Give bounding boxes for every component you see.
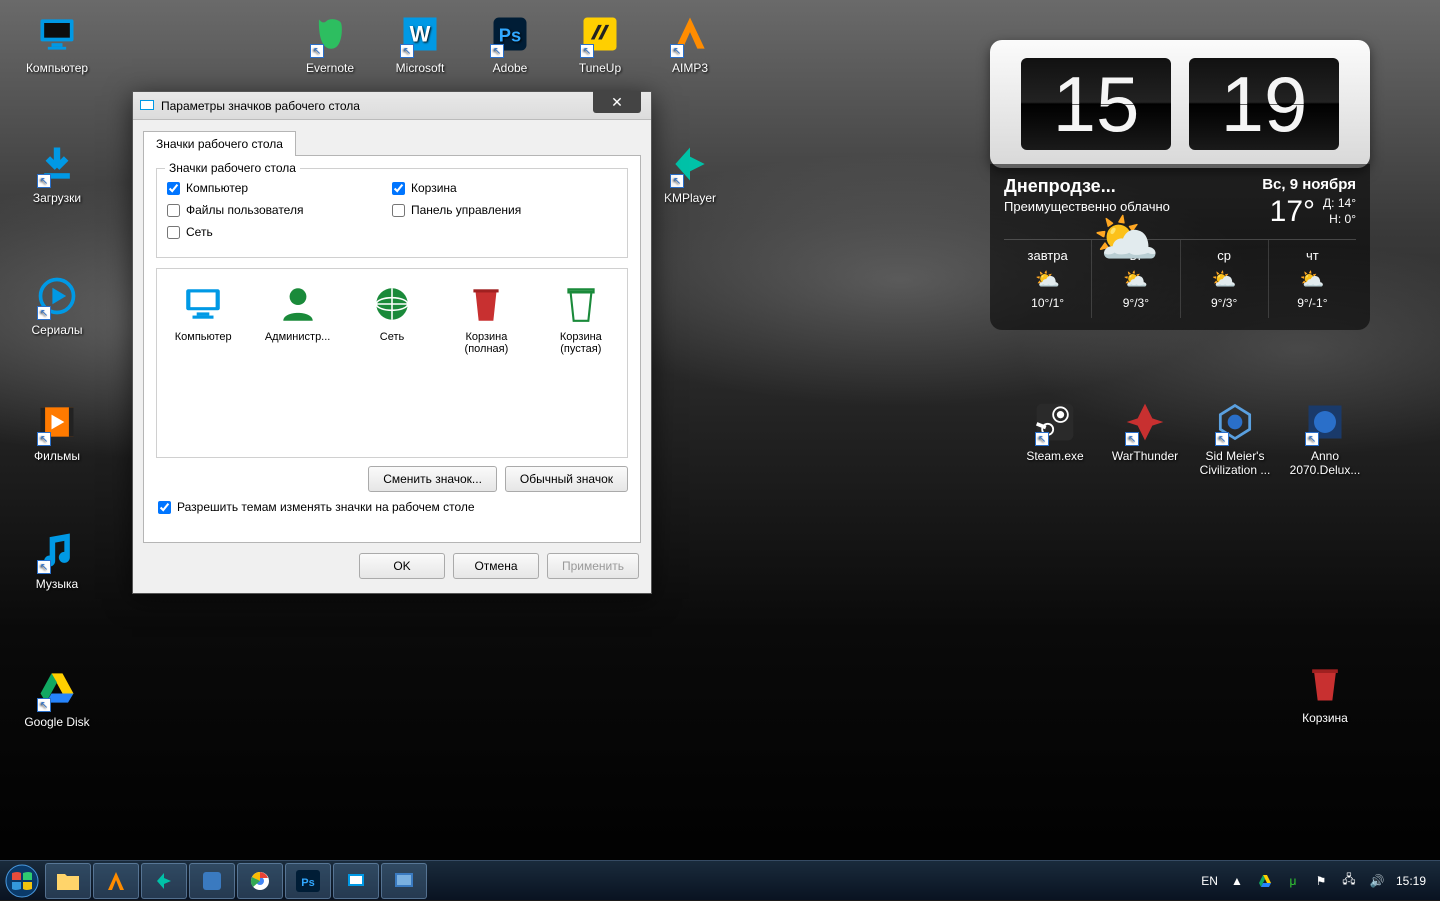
taskbar-aimp[interactable]	[93, 863, 139, 899]
svg-text:Ps: Ps	[499, 24, 521, 45]
preview-computer[interactable]: Компьютер	[165, 283, 241, 343]
icon-preview-list: Компьютер Администр... Сеть Корзина (пол…	[156, 268, 628, 458]
icon-label: Sid Meier's Civilization ...	[1190, 449, 1280, 477]
desktop-icon-downloads[interactable]: Загрузки	[12, 140, 102, 205]
language-indicator[interactable]: EN	[1201, 874, 1218, 888]
cancel-button[interactable]: Отмена	[453, 553, 539, 579]
weather-hilo: Д: 14° Н: 0°	[1323, 196, 1356, 227]
desktop-icon-evernote[interactable]: Evernote	[285, 10, 375, 75]
check-network[interactable]: Сеть	[167, 225, 392, 239]
weather-widget[interactable]: 15 19 ⛅ Днепродзе... Преимущественно обл…	[990, 40, 1370, 330]
check-userfiles[interactable]: Файлы пользователя	[167, 203, 392, 217]
taskbar-settings[interactable]	[381, 863, 427, 899]
icons-group: Значки рабочего стола Компьютер Корзина …	[156, 168, 628, 258]
preview-network[interactable]: Сеть	[354, 283, 430, 343]
tray-utorrent-icon[interactable]: μ	[1284, 872, 1302, 890]
desktop-icon-serials[interactable]: Сериалы	[12, 272, 102, 337]
icon-label: Загрузки	[33, 191, 81, 205]
apply-button[interactable]: Применить	[547, 553, 639, 579]
desktop-icon-tuneup[interactable]: TuneUp	[555, 10, 645, 75]
taskbar-explorer[interactable]	[45, 863, 91, 899]
check-computer[interactable]: Компьютер	[167, 181, 392, 195]
forecast-day[interactable]: вт⛅9°/3°	[1092, 240, 1180, 318]
tray-arrow-icon[interactable]: ▲	[1228, 872, 1246, 890]
icon-label: AIMP3	[672, 61, 708, 75]
weather-date: Вс, 9 ноября	[1262, 176, 1356, 193]
desktop-icon-microsoft[interactable]: W Microsoft	[375, 10, 465, 75]
tray-clock[interactable]: 15:19	[1396, 874, 1426, 888]
taskbar-app2[interactable]	[333, 863, 379, 899]
tray-gdrive-icon[interactable]	[1256, 872, 1274, 890]
clock-hours: 15	[1021, 58, 1171, 150]
desktop-icon-civilization[interactable]: Sid Meier's Civilization ...	[1190, 398, 1280, 477]
svg-text:Ps: Ps	[301, 877, 314, 889]
icon-label: Компьютер	[26, 61, 88, 75]
desktop-icon-computer[interactable]: Компьютер	[12, 10, 102, 75]
group-label: Значки рабочего стола	[165, 161, 300, 175]
preview-bin-full[interactable]: Корзина (полная)	[448, 283, 524, 355]
taskbar-photoshop[interactable]: Ps	[285, 863, 331, 899]
desktop-icon-warthunder[interactable]: WarThunder	[1100, 398, 1190, 463]
clock-minutes: 19	[1189, 58, 1339, 150]
icon-label: Google Disk	[24, 715, 89, 729]
system-tray: EN ▲ μ ⚑ 🖧 🔊 15:19	[1201, 872, 1440, 890]
icon-label: Anno 2070.Delux...	[1280, 449, 1370, 477]
icon-label: Сериалы	[31, 323, 82, 337]
icon-label: WarThunder	[1112, 449, 1178, 463]
tray-flag-icon[interactable]: ⚑	[1312, 872, 1330, 890]
taskbar-chrome[interactable]	[237, 863, 283, 899]
taskbar-app1[interactable]	[189, 863, 235, 899]
tray-volume-icon[interactable]: 🔊	[1368, 872, 1386, 890]
allow-themes-check[interactable]: Разрешить темам изменять значки на рабоч…	[158, 500, 628, 514]
icon-label: KMPlayer	[664, 191, 716, 205]
start-button[interactable]	[0, 861, 44, 901]
dialog-titlebar[interactable]: Параметры значков рабочего стола ✕	[133, 92, 651, 120]
icon-label: Музыка	[36, 577, 78, 591]
desktop-icon-films[interactable]: Фильмы	[12, 398, 102, 463]
ok-button[interactable]: OK	[359, 553, 445, 579]
weather-condition: Преимущественно облачно	[1004, 199, 1170, 214]
icon-label: Adobe	[493, 61, 528, 75]
icon-label: Steam.exe	[1026, 449, 1083, 463]
dialog-title: Параметры значков рабочего стола	[161, 99, 360, 113]
desktop-icon-anno[interactable]: Anno 2070.Delux...	[1280, 398, 1370, 477]
desktop-icon-recyclebin[interactable]: Корзина	[1280, 660, 1370, 725]
forecast-row: завтра⛅10°/1° вт⛅9°/3° ср⛅9°/3° чт⛅9°/-1…	[1004, 239, 1356, 318]
svg-text:W: W	[410, 21, 431, 46]
icon-label: Фильмы	[34, 449, 80, 463]
forecast-day[interactable]: чт⛅9°/-1°	[1269, 240, 1356, 318]
tab-desktop-icons[interactable]: Значки рабочего стола	[143, 131, 296, 156]
icon-label: Evernote	[306, 61, 354, 75]
dialog-icon	[139, 98, 155, 114]
change-icon-button[interactable]: Сменить значок...	[368, 466, 497, 492]
forecast-day[interactable]: ср⛅9°/3°	[1181, 240, 1269, 318]
default-icon-button[interactable]: Обычный значок	[505, 466, 628, 492]
forecast-day[interactable]: завтра⛅10°/1°	[1004, 240, 1092, 318]
desktop-icon-steam[interactable]: Steam.exe	[1010, 398, 1100, 463]
desktop-icon-gdisk[interactable]: Google Disk	[12, 664, 102, 729]
icon-label: TuneUp	[579, 61, 621, 75]
flip-clock: 15 19	[990, 40, 1370, 168]
tray-network-icon[interactable]: 🖧	[1340, 872, 1358, 890]
weather-location: Днепродзе...	[1004, 176, 1170, 197]
close-button[interactable]: ✕	[593, 91, 641, 113]
icon-label: Корзина	[1302, 711, 1348, 725]
taskbar-play[interactable]	[141, 863, 187, 899]
preview-admin[interactable]: Администр...	[259, 283, 335, 343]
taskbar: Ps EN ▲ μ ⚑ 🖧 🔊 15:19	[0, 860, 1440, 900]
desktop-icon-aimp[interactable]: AIMP3	[645, 10, 735, 75]
desktop-icon-music[interactable]: Музыка	[12, 526, 102, 591]
icon-label: Microsoft	[396, 61, 445, 75]
weather-temp: 17°	[1270, 195, 1315, 229]
check-recyclebin[interactable]: Корзина	[392, 181, 617, 195]
desktop-icon-kmplayer[interactable]: KMPlayer	[645, 140, 735, 205]
desktop-icon-adobe[interactable]: Ps Adobe	[465, 10, 555, 75]
preview-bin-empty[interactable]: Корзина (пустая)	[543, 283, 619, 355]
desktop-icons-dialog: Параметры значков рабочего стола ✕ Значк…	[132, 91, 652, 594]
check-controlpanel[interactable]: Панель управления	[392, 203, 617, 217]
